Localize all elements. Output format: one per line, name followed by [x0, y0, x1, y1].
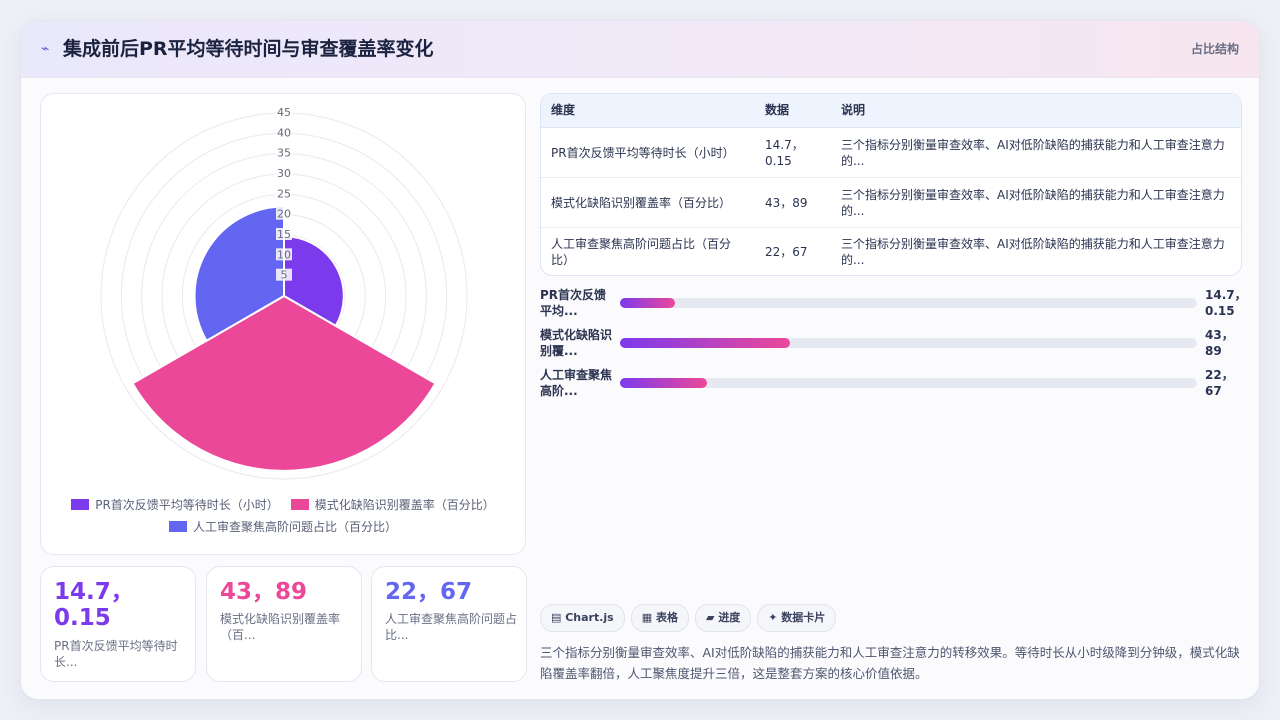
cell-note: 三个指标分别衡量审查效率、AI对低阶缺陷的捕获能力和人工审查注意力的... [841, 178, 1233, 227]
legend-label: 模式化缺陷识别覆盖率（百分比） [314, 498, 495, 512]
progress-fill [620, 338, 791, 348]
cell-data: 43，89 [765, 178, 815, 227]
polar-chart-card: 5 10 15 20 25 30 35 40 45 PR首次反馈平均等待时长（小时） 模式化缺陷识… [40, 93, 526, 555]
progress-fill [620, 298, 675, 308]
legend-item-focus[interactable]: 人工审查聚焦高阶问题占比（百分比） [168, 516, 397, 538]
page-title: 集成前后PR平均等待时间与审查覆盖率变化 [63, 38, 434, 60]
legend-swatch [168, 521, 187, 532]
legend-item-wait-time[interactable]: PR首次反馈平均等待时长（小时） [71, 494, 279, 516]
tick-label: 40 [277, 126, 291, 139]
progress-label: 人工审查聚焦高阶... [540, 368, 613, 398]
cell-note: 三个指标分别衡量审查效率、AI对低阶缺陷的捕获能力和人工审查注意力的... [841, 128, 1233, 177]
progress-track [620, 298, 1197, 308]
cell-dimension: 人工审查聚焦高阶问题占比（百分比） [551, 227, 743, 275]
progress-row: 模式化缺陷识别覆... 43，89 [540, 327, 1240, 361]
cell-data: 22，67 [765, 227, 815, 275]
kpi-card-coverage: 43，89 模式化缺陷识别覆盖率（百... [206, 566, 362, 682]
column-header-note: 说明 [841, 103, 866, 117]
tick-label: 25 [277, 187, 291, 200]
progress-value: 22，67 [1205, 368, 1234, 398]
kpi-card-wait-time: 14.7，0.15 PR首次反馈平均等待时长... [40, 566, 196, 682]
kpi-value: 22，67 [385, 579, 473, 605]
chart-legend: PR首次反馈平均等待时长（小时） 模式化缺陷识别覆盖率（百分比） 人工审查聚焦高阶问… [41, 494, 525, 538]
table-header: 维度 数据 说明 [541, 94, 1241, 128]
cell-text: 三个指标分别衡量审查效率、AI对低阶缺陷的捕获能力和人工审查注意力的... [841, 236, 1225, 267]
column-header-dimension: 维度 [551, 103, 576, 117]
table-row: PR首次反馈平均等待时长（小时） 14.7，0.15 三个指标分别衡量审查效率、… [541, 128, 1241, 178]
chip-chartjs[interactable]: ▤ Chart.js [540, 604, 625, 632]
legend-label: 人工审查聚焦高阶问题占比（百分比） [192, 520, 397, 534]
cell-text: 14.7，0.15 [765, 137, 804, 168]
chip-data-cards[interactable]: ✦ 数据卡片 [757, 604, 837, 632]
progress-row: 人工审查聚焦高阶... 22，67 [540, 367, 1240, 401]
legend-label: PR首次反馈平均等待时长（小时） [95, 498, 279, 512]
progress-value: 14.7，0.15 [1205, 288, 1247, 318]
kpi-label: PR首次反馈平均等待时长... [54, 639, 178, 669]
summary-text: 三个指标分别衡量审查效率、AI对低阶缺陷的捕获能力和人工审查注意力的转移效果。等… [540, 645, 1240, 681]
kpi-card-focus: 22，67 人工审查聚焦高阶问题占比... [371, 566, 527, 682]
progress-label: PR首次反馈平均... [540, 288, 607, 318]
cell-note: 三个指标分别衡量审查效率、AI对低阶缺陷的捕获能力和人工审查注意力的... [841, 227, 1233, 275]
progress-label: 模式化缺陷识别覆... [540, 328, 613, 358]
progress-row: PR首次反馈平均... 14.7，0.15 [540, 287, 1247, 321]
progress-value: 43，89 [1205, 328, 1234, 358]
tick-label: 5 [281, 269, 288, 282]
tick-label: 15 [277, 228, 291, 241]
tick-label: 35 [277, 147, 291, 160]
kpi-label: 模式化缺陷识别覆盖率（百... [220, 612, 341, 642]
kpi-label: 人工审查聚焦高阶问题占比... [385, 612, 518, 642]
legend-swatch [71, 499, 90, 510]
cell-text: 22，67 [765, 244, 808, 259]
chart-type-tag: 占比结构 [1190, 42, 1239, 56]
view-switcher: ▤ Chart.js ▦ 表格 ▰ 进度 ✦ 数据卡片 [540, 604, 842, 632]
data-table: 维度 数据 说明 PR首次反馈平均等待时长（小时） 14.7，0.15 三个指标… [540, 93, 1242, 276]
cell-text: PR首次反馈平均等待时长（小时） [551, 145, 735, 160]
tick-label: 10 [277, 248, 291, 261]
tick-label: 30 [277, 167, 291, 180]
legend-item-coverage[interactable]: 模式化缺陷识别覆盖率（百分比） [290, 494, 495, 516]
header-bar: ⌁ 集成前后PR平均等待时间与审查覆盖率变化 占比结构 [21, 21, 1259, 78]
tick-label: 45 [277, 106, 291, 119]
column-header-data: 数据 [765, 103, 790, 117]
sparkline-icon: ⌁ [41, 41, 50, 57]
dashboard-frame: ⌁ 集成前后PR平均等待时间与审查覆盖率变化 占比结构 5 10 15 20 25 30 3… [20, 20, 1260, 700]
cell-text: 三个指标分别衡量审查效率、AI对低阶缺陷的捕获能力和人工审查注意力的... [841, 137, 1225, 168]
legend-swatch [290, 499, 309, 510]
cell-text: 人工审查聚焦高阶问题占比（百分比） [551, 236, 732, 267]
cell-dimension: PR首次反馈平均等待时长（小时） [551, 128, 743, 177]
cell-text: 模式化缺陷识别覆盖率（百分比） [551, 195, 732, 210]
polar-area-chart: 5 10 15 20 25 30 35 40 45 [100, 106, 468, 480]
progress-track [620, 338, 1197, 348]
table-row: 模式化缺陷识别覆盖率（百分比） 43，89 三个指标分别衡量审查效率、AI对低阶… [541, 178, 1241, 228]
cell-data: 14.7，0.15 [765, 128, 815, 177]
kpi-value: 43，89 [220, 579, 308, 605]
cell-text: 43，89 [765, 195, 808, 210]
chip-table[interactable]: ▦ 表格 [630, 604, 689, 632]
cell-text: 三个指标分别衡量审查效率、AI对低阶缺陷的捕获能力和人工审查注意力的... [841, 187, 1225, 218]
progress-track [620, 378, 1197, 388]
table-row: 人工审查聚焦高阶问题占比（百分比） 22，67 三个指标分别衡量审查效率、AI对… [541, 227, 1241, 275]
chip-progress[interactable]: ▰ 进度 [694, 604, 752, 632]
tick-label: 20 [277, 208, 291, 221]
progress-fill [620, 378, 707, 388]
kpi-value: 14.7，0.15 [54, 579, 134, 631]
cell-dimension: 模式化缺陷识别覆盖率（百分比） [551, 178, 743, 227]
